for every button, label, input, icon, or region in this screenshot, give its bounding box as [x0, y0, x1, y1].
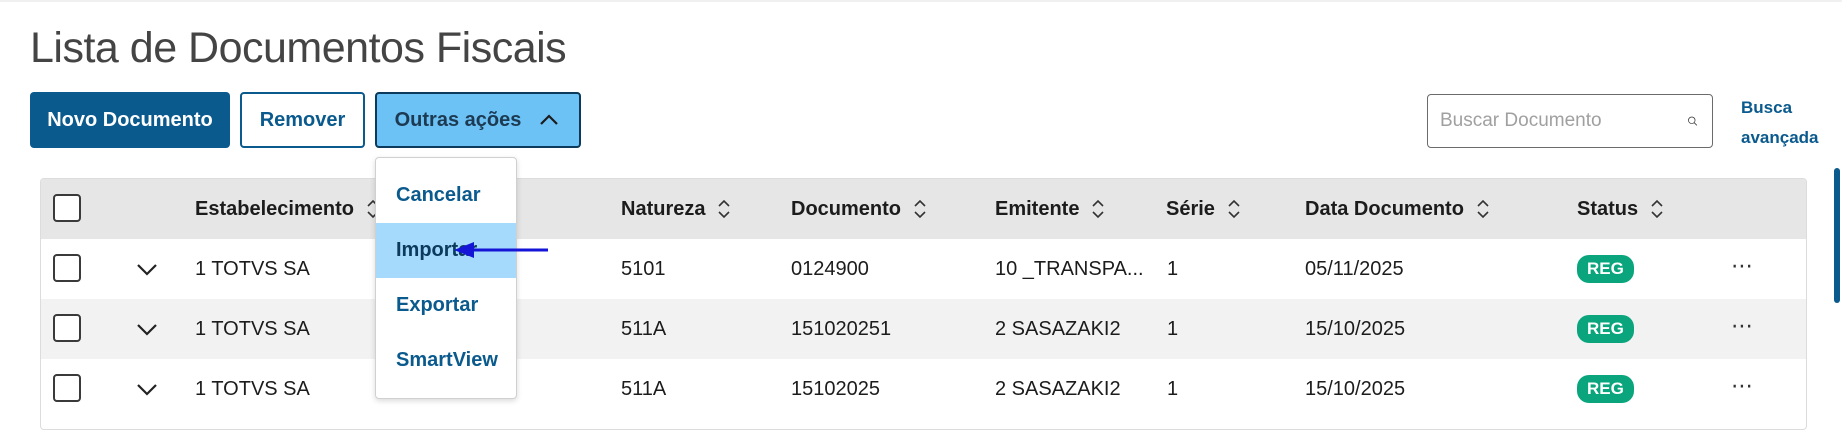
- status-badge: REG: [1577, 315, 1634, 343]
- annotation-arrow-icon: [454, 242, 548, 258]
- cell-data: 15/10/2025: [1305, 377, 1406, 400]
- cell-documento: 151020251: [791, 317, 892, 340]
- cell-data: 15/10/2025: [1305, 317, 1406, 340]
- row-checkbox[interactable]: [53, 314, 81, 342]
- cell-documento: 0124900: [791, 257, 869, 280]
- cell-natureza: 511A: [621, 317, 667, 340]
- row-actions-icon[interactable]: ⋯: [1731, 253, 1754, 279]
- other-actions-label: Outras ações: [394, 108, 522, 131]
- chevron-down-icon[interactable]: [133, 255, 161, 283]
- column-documento[interactable]: Documento: [791, 179, 927, 239]
- cell-serie: 1: [1167, 377, 1179, 400]
- column-estabelecimento[interactable]: Estabelecimento: [195, 179, 380, 239]
- search-icon[interactable]: [1687, 106, 1698, 136]
- select-all-checkbox[interactable]: [53, 194, 81, 222]
- cell-natureza: 5101: [621, 257, 666, 280]
- remove-button[interactable]: Remover: [240, 92, 365, 148]
- table-header: Estabelecimento e Natureza Documento Emi…: [41, 179, 1806, 239]
- sort-icon: [1092, 199, 1105, 219]
- documents-table: Estabelecimento e Natureza Documento Emi…: [40, 178, 1807, 430]
- cell-estabelecimento: 1 TOTVS SA: [195, 257, 310, 280]
- cell-estabelecimento: 1 TOTVS SA: [195, 317, 310, 340]
- cell-emitente: 2 SASAZAKI2: [995, 377, 1121, 400]
- chevron-up-icon: [540, 114, 559, 125]
- row-checkbox[interactable]: [53, 254, 81, 282]
- table-row[interactable]: 1 TOTVS SA 511A 151020251 2 SASAZAKI2 1 …: [41, 299, 1806, 359]
- column-emitente[interactable]: Emitente: [995, 179, 1105, 239]
- other-actions-button[interactable]: Outras ações: [375, 92, 581, 148]
- menu-item-exportar[interactable]: Exportar: [376, 278, 516, 333]
- chevron-down-icon[interactable]: [133, 375, 161, 403]
- table-row[interactable]: 1 TOTVS SA 5101 0124900 10 _TRANSPA... 1…: [41, 239, 1806, 299]
- sort-icon: [914, 199, 926, 219]
- vertical-scrollbar[interactable]: [1834, 168, 1840, 303]
- column-serie[interactable]: Série: [1166, 179, 1241, 239]
- row-actions-icon[interactable]: ⋯: [1731, 313, 1754, 339]
- row-actions-icon[interactable]: ⋯: [1731, 373, 1754, 399]
- cell-emitente: 10 _TRANSPA...: [995, 257, 1144, 280]
- cell-data: 05/11/2025: [1305, 257, 1404, 280]
- status-badge: REG: [1577, 375, 1634, 403]
- cell-documento: 15102025: [791, 377, 880, 400]
- sort-icon: [1228, 199, 1240, 219]
- new-document-button[interactable]: Novo Documento: [30, 92, 230, 148]
- menu-item-cancelar[interactable]: Cancelar: [376, 168, 516, 223]
- column-natureza[interactable]: Natureza: [621, 179, 731, 239]
- row-checkbox[interactable]: [53, 374, 81, 402]
- sort-icon: [1651, 199, 1663, 219]
- top-divider: [0, 0, 1842, 2]
- cell-serie: 1: [1167, 257, 1179, 280]
- page-title: Lista de Documentos Fiscais: [30, 24, 567, 72]
- chevron-down-icon[interactable]: [133, 315, 161, 343]
- cell-emitente: 2 SASAZAKI2: [995, 317, 1121, 340]
- search-input[interactable]: [1428, 94, 1687, 148]
- search-box: [1427, 94, 1713, 148]
- menu-item-smartview[interactable]: SmartView: [376, 333, 516, 388]
- sort-icon: [1477, 199, 1489, 219]
- column-status[interactable]: Status: [1577, 179, 1664, 239]
- other-actions-menu: Cancelar Importar Exportar SmartView: [375, 157, 517, 399]
- cell-natureza: 511A: [621, 377, 667, 400]
- cell-estabelecimento: 1 TOTVS SA: [195, 377, 310, 400]
- status-badge: REG: [1577, 255, 1634, 283]
- advanced-search-link[interactable]: Busca avançada: [1741, 93, 1831, 153]
- column-data-documento[interactable]: Data Documento: [1305, 179, 1490, 239]
- sort-icon: [718, 199, 731, 219]
- cell-serie: 1: [1167, 317, 1179, 340]
- table-row[interactable]: 1 TOTVS SA 511A 15102025 2 SASAZAKI2 1 1…: [41, 359, 1806, 419]
